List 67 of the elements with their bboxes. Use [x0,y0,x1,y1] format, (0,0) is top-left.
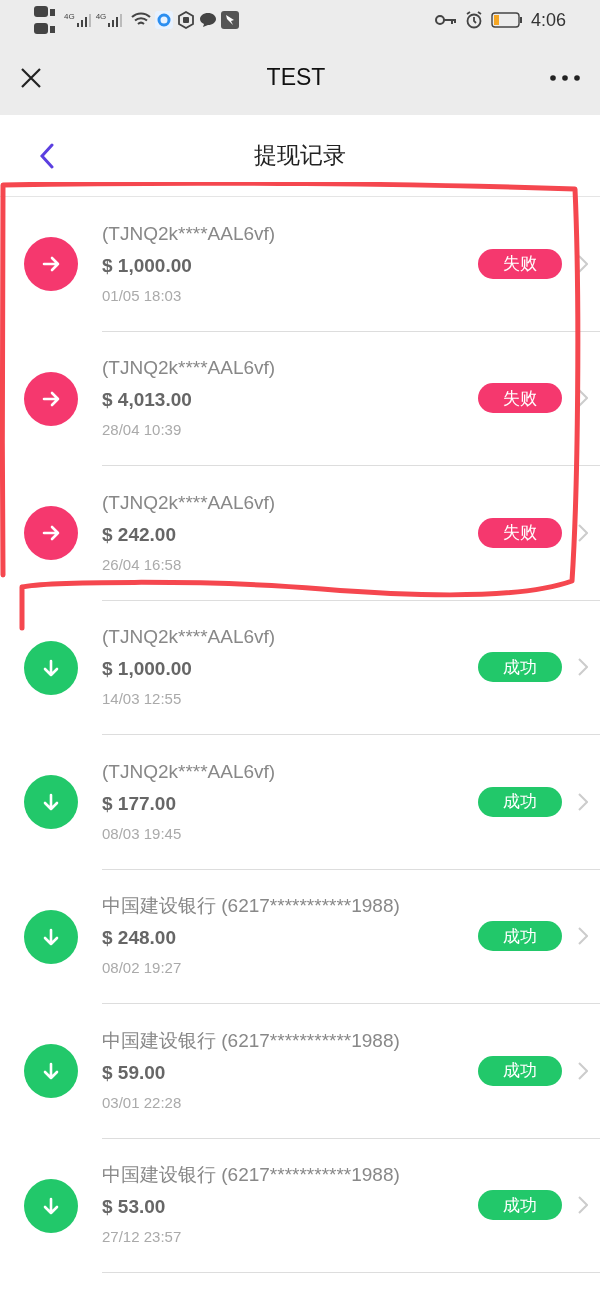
transfer-icon [24,775,78,830]
chevron-right-icon [578,1196,588,1215]
chevron-right-icon [578,927,588,946]
transfer-icon [24,909,78,964]
network-label: 4G [64,13,75,21]
transfer-icon [24,1044,78,1099]
status-badge: 失败 [478,248,562,279]
account-label: (TJNQ2k****AAL6vf) [102,625,277,650]
amount-label: $ 242.00 [102,522,177,547]
amount-label: $ 53.00 [102,1195,167,1220]
transfer-icon [24,1178,78,1233]
time-label: 14/03 12:55 [102,689,183,710]
signal-icon [75,13,92,27]
status-badge: 失败 [478,517,562,548]
chevron-right-icon [578,658,588,677]
account-label: (TJNQ2k****AAL6vf) [102,490,277,515]
amount-label: $ 1,000.00 [102,657,193,682]
close-icon [20,66,42,89]
back-button[interactable] [40,142,54,169]
time-label: 08/03 19:45 [102,823,183,844]
transfer-icon [24,506,78,561]
account-label: (TJNQ2k****AAL6vf) [102,759,277,784]
status-badge: 成功 [478,1190,562,1221]
time-label: 03/01 22:28 [102,1092,183,1113]
status-badge: 失败 [478,383,562,414]
clock-time: 4:06 [530,8,566,32]
status-badge: 成功 [478,1055,562,1086]
alarm-icon [464,11,483,29]
transfer-icon [24,237,78,292]
page-title: 提现记录 [253,141,347,171]
chat-bubble-icon [199,12,218,28]
time-label: 26/04 16:58 [102,554,183,575]
battery-icon [490,12,523,28]
time-label: 08/02 19:27 [102,958,183,979]
status-badge: 成功 [478,921,562,952]
chevron-right-icon [578,523,588,542]
account-label: (TJNQ2k****AAL6vf) [102,221,277,246]
transfer-icon [24,640,78,695]
chevron-left-icon [40,142,54,169]
account-label: 中国建设银行 (6217***********1988) [102,1028,401,1053]
sim-icon [34,4,56,36]
time-label: 27/12 23:57 [102,1227,183,1248]
amount-label: $ 59.00 [102,1060,167,1085]
time-label: 28/04 10:39 [102,420,183,441]
chevron-right-icon [578,792,588,811]
amount-label: $ 177.00 [102,791,177,816]
chevron-right-icon [578,1061,588,1080]
account-label: (TJNQ2k****AAL6vf) [102,356,277,381]
network-label: 4G [95,13,107,21]
signal-icon [107,13,124,27]
time-label: 01/05 18:03 [102,285,183,306]
wifi-icon [131,12,152,28]
chevron-right-icon [578,389,588,408]
close-button[interactable] [20,66,42,89]
chevron-right-icon [578,254,588,273]
more-icon [550,74,580,81]
app-icon [155,11,174,29]
account-label: 中国建设银行 (6217***********1988) [102,894,401,919]
status-badge: 成功 [478,786,562,817]
status-badge: 成功 [478,652,562,683]
transfer-icon [24,371,78,426]
amount-label: $ 4,013.00 [102,388,193,413]
key-icon [434,14,457,26]
account-label: 中国建设银行 (6217***********1988) [102,1163,401,1188]
amount-label: $ 248.00 [102,926,177,951]
amount-label: $ 1,000.00 [102,253,193,278]
window-title: TEST [265,63,327,93]
